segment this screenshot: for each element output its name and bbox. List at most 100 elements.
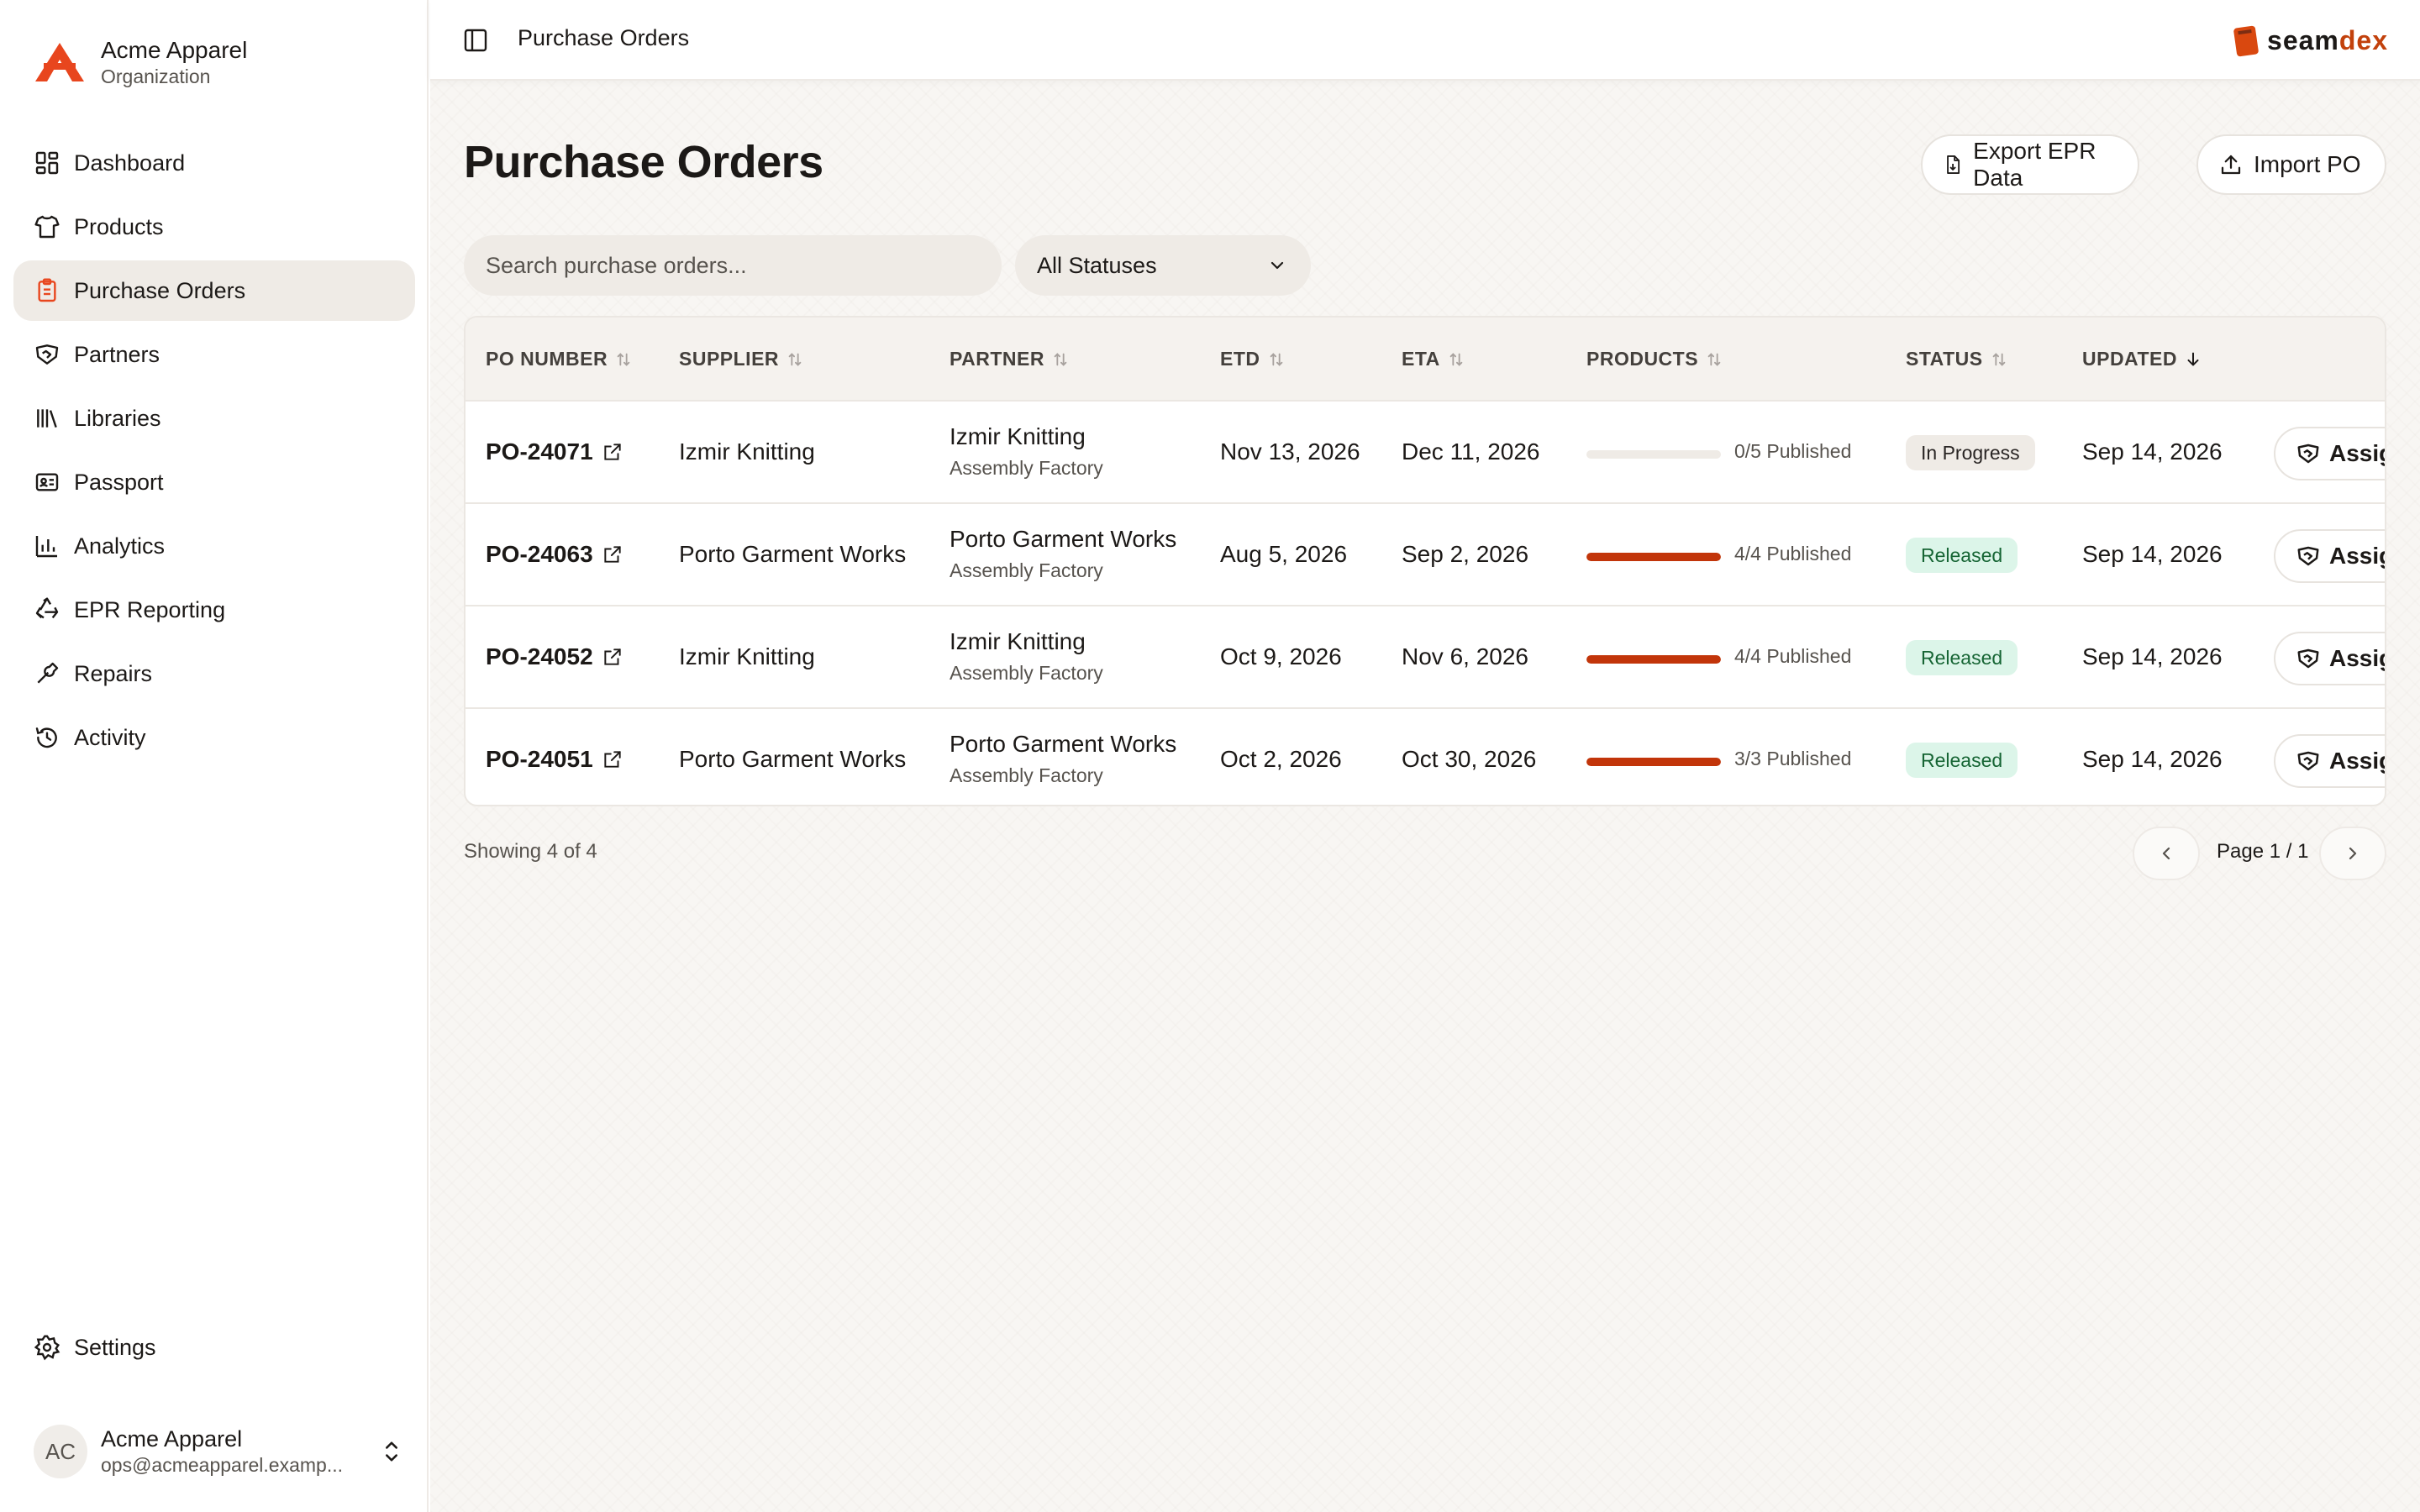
- sort-icon: [1054, 352, 1067, 366]
- assign-button[interactable]: Assign: [2274, 529, 2385, 583]
- table-row[interactable]: PO-24052 Izmir Knitting Izmir Knitting A…: [466, 608, 2385, 709]
- col-etd[interactable]: ETD: [1220, 348, 1286, 370]
- sidebar-item-dashboard[interactable]: Dashboard: [13, 133, 415, 193]
- external-link-icon: [603, 648, 621, 665]
- sidebar-item-partners[interactable]: Partners: [13, 324, 415, 385]
- sidebar-item-settings[interactable]: Settings: [13, 1317, 415, 1378]
- chevrons-up-down-icon: [386, 1441, 397, 1462]
- published-count: 4/4 Published: [1734, 543, 1852, 564]
- col-updated[interactable]: UPDATED: [2082, 348, 2202, 370]
- sidebar-item-label: Libraries: [74, 405, 161, 431]
- supplier-cell: Izmir Knitting: [679, 438, 815, 465]
- arrow-down-icon: [2187, 352, 2199, 365]
- sort-icon: [788, 352, 802, 366]
- assign-button[interactable]: Assign: [2274, 734, 2385, 788]
- po-number-link[interactable]: PO-24071: [486, 438, 623, 465]
- library-icon: [37, 409, 57, 428]
- status-filter-select[interactable]: All Statuses: [1015, 235, 1311, 296]
- table-row[interactable]: PO-24063 Porto Garment Works Porto Garme…: [466, 506, 2385, 606]
- col-eta[interactable]: ETA: [1402, 348, 1465, 370]
- user-menu[interactable]: AC Acme Apparel ops@acmeapparel.examp...: [34, 1423, 403, 1480]
- bar-chart-icon: [35, 536, 57, 558]
- etd-cell: Oct 2, 2026: [1220, 746, 1342, 772]
- partner-name: Porto Garment Works: [950, 526, 1177, 552]
- brand-name-accent: dex: [2338, 24, 2388, 55]
- updated-cell: Sep 14, 2026: [2082, 438, 2223, 465]
- etd-cell: Aug 5, 2026: [1220, 541, 1348, 567]
- column-label: PRODUCTS: [1586, 348, 1699, 370]
- recycle-icon: [35, 597, 59, 619]
- sidebar-item-purchase-orders[interactable]: Purchase Orders: [13, 260, 415, 321]
- sidebar-item-analytics[interactable]: Analytics: [13, 516, 415, 576]
- acme-logo-icon: [35, 43, 84, 81]
- etd-cell: Oct 9, 2026: [1220, 643, 1342, 669]
- search-input[interactable]: [464, 235, 1002, 296]
- sidebar-item-repairs[interactable]: Repairs: [13, 643, 415, 704]
- handshake-icon: [2297, 648, 2319, 669]
- sidebar-nav: Dashboard Products Purchase Orders Partn…: [13, 133, 415, 771]
- publish-progress-fill: [1586, 553, 1721, 561]
- col-supplier[interactable]: SUPPLIER: [679, 348, 804, 370]
- handshake-icon: [2297, 444, 2319, 464]
- org-name: Acme Apparel: [101, 37, 248, 63]
- partner-role: Assembly Factory: [950, 764, 1103, 786]
- column-label: UPDATED: [2082, 348, 2177, 370]
- import-po-button[interactable]: Import PO: [2196, 134, 2386, 195]
- publish-progress-bar: [1586, 553, 1721, 561]
- status-badge: Released: [1906, 538, 2018, 573]
- sidebar-item-label: EPR Reporting: [74, 596, 226, 622]
- sidebar: Acme Apparel Organization Dashboard Prod…: [0, 0, 429, 1512]
- sidebar-item-epr-reporting[interactable]: EPR Reporting: [13, 580, 415, 640]
- handshake-icon: [2297, 546, 2319, 566]
- seamdex-logo-icon: [2233, 25, 2259, 57]
- assign-button[interactable]: Assign: [2274, 632, 2385, 685]
- external-link-icon: [603, 444, 621, 460]
- chevron-down-icon: [1270, 261, 1284, 270]
- publish-progress-fill: [1586, 758, 1721, 766]
- sidebar-toggle-icon[interactable]: [462, 27, 489, 54]
- po-number: PO-24071: [486, 438, 593, 465]
- upload-icon: [2221, 155, 2241, 175]
- col-products[interactable]: PRODUCTS: [1586, 348, 1723, 370]
- publish-progress-bar: [1586, 450, 1721, 459]
- col-partner[interactable]: PARTNER: [950, 348, 1070, 370]
- partner-name: Izmir Knitting: [950, 628, 1086, 654]
- updated-cell: Sep 14, 2026: [2082, 746, 2223, 772]
- sidebar-item-label: Settings: [74, 1334, 156, 1360]
- org-switcher[interactable]: Acme Apparel Organization: [34, 32, 247, 92]
- sidebar-item-libraries[interactable]: Libraries: [13, 388, 415, 449]
- next-page-button[interactable]: [2319, 827, 2386, 880]
- sidebar-item-label: Purchase Orders: [74, 277, 246, 303]
- brand-name-part: seam: [2267, 24, 2339, 55]
- avatar: AC: [34, 1425, 87, 1478]
- import-po-label: Import PO: [2254, 151, 2361, 177]
- updated-cell: Sep 14, 2026: [2082, 541, 2223, 567]
- user-email: ops@acmeapparel.examp...: [101, 1454, 343, 1476]
- sidebar-item-activity[interactable]: Activity: [13, 707, 415, 768]
- breadcrumb: Purchase Orders: [518, 25, 690, 50]
- po-number-link[interactable]: PO-24063: [486, 541, 623, 568]
- po-number-link[interactable]: PO-24052: [486, 643, 623, 670]
- sidebar-item-label: Partners: [74, 341, 160, 367]
- export-epr-button[interactable]: Export EPR Data: [1921, 134, 2139, 195]
- column-label: SUPPLIER: [679, 348, 780, 370]
- table-row[interactable]: PO-24051 Porto Garment Works Porto Garme…: [466, 711, 2385, 805]
- table-row[interactable]: PO-24071 Izmir Knitting Izmir Knitting A…: [466, 403, 2385, 504]
- sidebar-item-passport[interactable]: Passport: [13, 452, 415, 512]
- eta-cell: Sep 2, 2026: [1402, 541, 1529, 567]
- column-label: STATUS: [1906, 348, 1983, 370]
- assign-button[interactable]: Assign: [2274, 427, 2385, 480]
- col-po-number[interactable]: PO NUMBER: [486, 348, 633, 370]
- chevron-right-icon: [2349, 847, 2357, 860]
- published-count: 3/3 Published: [1734, 748, 1852, 769]
- eta-cell: Nov 6, 2026: [1402, 643, 1528, 669]
- po-number-link[interactable]: PO-24051: [486, 746, 623, 773]
- po-number: PO-24052: [486, 643, 593, 669]
- column-label: ETD: [1220, 348, 1260, 370]
- supplier-cell: Izmir Knitting: [679, 643, 815, 669]
- col-status[interactable]: STATUS: [1906, 348, 2008, 370]
- sort-icon: [617, 352, 630, 366]
- previous-page-button[interactable]: [2133, 827, 2200, 880]
- org-type: Organization: [101, 66, 211, 87]
- sidebar-item-products[interactable]: Products: [13, 197, 415, 257]
